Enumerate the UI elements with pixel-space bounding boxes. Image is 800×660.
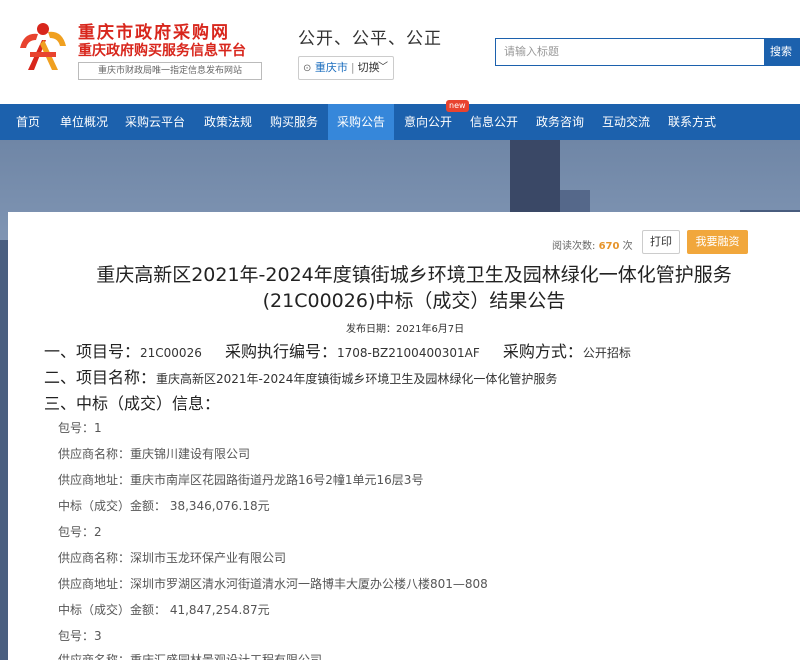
print-button[interactable]: 打印 <box>642 230 680 254</box>
procurement-method: 公开招标 <box>582 346 631 360</box>
list-item: 包号：2 <box>58 525 102 539</box>
nav-item-contact[interactable]: 联系方式 <box>662 104 722 140</box>
section-project-number: 一、项目号：21C00026 采购执行编号：1708-BZ2100400301A… <box>44 342 631 361</box>
logo-emblem-icon[interactable] <box>14 18 72 76</box>
switch-city-label: 切换 <box>357 61 380 74</box>
main-nav: 首页 单位概况 采购云平台 政策法规 购买服务 采购公告 意向公开 new 信息… <box>0 100 800 140</box>
city-selector[interactable]: ⊙ 重庆市 | 切换 ﹀ <box>298 56 394 80</box>
nav-item-purchase-services[interactable]: 购买服务 <box>264 104 324 140</box>
list-item: 供应商地址：深圳市罗湖区清水河街道清水河一路博丰大厦办公楼八楼801—808 <box>58 577 488 591</box>
site-header: 重庆市政府采购网 重庆政府购买服务信息平台 重庆市财政局唯一指定信息发布网站 公… <box>0 0 800 104</box>
page-title: 重庆高新区2021年-2024年度镇街城乡环境卫生及园林绿化一体化管护服务(21… <box>96 264 732 312</box>
finance-button[interactable]: 我要融资 <box>687 230 748 254</box>
site-tagline: 重庆市财政局唯一指定信息发布网站 <box>78 62 262 80</box>
nav-item-procurement-notices[interactable]: 采购公告 <box>328 104 394 140</box>
nav-item-home[interactable]: 首页 <box>8 104 48 140</box>
nav-item-policies[interactable]: 政策法规 <box>198 104 258 140</box>
publish-date: 发布日期：2021年6月7日 <box>346 324 465 335</box>
project-number: 21C00026 <box>140 346 202 360</box>
nav-item-unit-overview[interactable]: 单位概况 <box>56 104 112 140</box>
list-item: 供应商名称：深圳市玉龙环保产业有限公司 <box>58 551 287 565</box>
site-subtitle: 重庆政府购买服务信息平台 <box>78 43 246 59</box>
search-input[interactable]: 请输入标题 <box>495 38 764 66</box>
section-project-name: 二、项目名称：重庆高新区2021年-2024年度镇街城乡环境卫生及园林绿化一体化… <box>44 368 558 387</box>
list-item: 包号：3 <box>58 629 102 643</box>
view-count-value: 670 <box>598 241 620 252</box>
current-city: 重庆市 <box>314 61 348 74</box>
section-award-info: 三、中标（成交）信息： <box>44 394 221 413</box>
list-item: 中标（成交）金额： 41,847,254.87元 <box>58 603 270 617</box>
execution-number: 1708-BZ2100400301AF <box>336 346 480 360</box>
nav-item-consultation[interactable]: 政务咨询 <box>530 104 590 140</box>
nav-item-interaction[interactable]: 互动交流 <box>596 104 656 140</box>
list-item: 供应商名称：重庆汇盛园林景观设计工程有限公司 <box>58 653 323 660</box>
list-item: 包号：1 <box>58 421 102 435</box>
list-item: 供应商地址：重庆市南岸区花园路街道丹龙路16号2幢1单元16层3号 <box>58 473 424 487</box>
nav-item-procurement-cloud[interactable]: 采购云平台 <box>120 104 190 140</box>
location-pin-icon: ⊙ <box>303 63 312 74</box>
project-name: 重庆高新区2021年-2024年度镇街城乡环境卫生及园林绿化一体化管护服务 <box>156 372 558 386</box>
list-item: 供应商名称：重庆锦川建设有限公司 <box>58 447 251 461</box>
view-count: 阅读次数: 670 次 <box>552 241 633 252</box>
chevron-down-icon: ﹀ <box>378 62 388 73</box>
list-item: 中标（成交）金额： 38,346,076.18元 <box>58 499 270 513</box>
slogan: 公开、公平、公正 <box>298 29 442 49</box>
search-button[interactable]: 搜索 <box>764 38 800 66</box>
nav-item-info-disclosure[interactable]: 信息公开 <box>464 104 524 140</box>
